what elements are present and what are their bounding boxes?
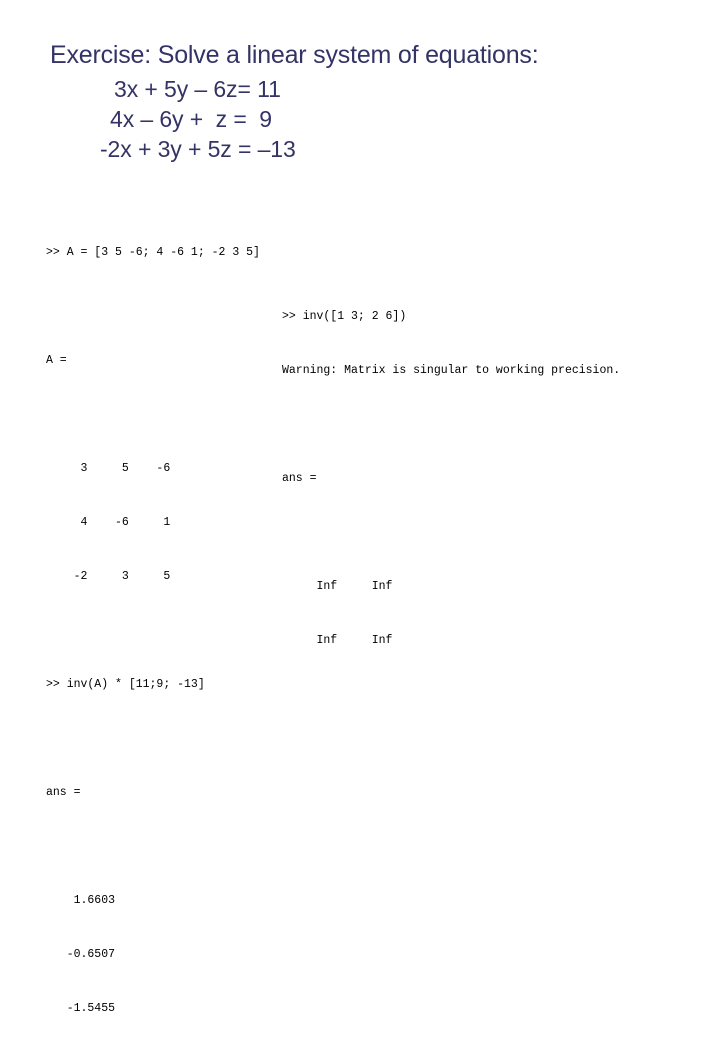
- answer-row: -1.5455: [46, 1002, 116, 1015]
- answer-row: 1.6603: [46, 894, 116, 907]
- answer-row: -0.6507: [46, 948, 116, 961]
- matlab-console-right: >> inv([1 3; 2 6]) Warning: Matrix is si…: [282, 272, 620, 686]
- inf-matrix-row: Inf Inf: [282, 580, 393, 593]
- matlab-console-left: >> A = [3 5 -6; 4 -6 1; -2 3 5] A = 3 5 …: [46, 208, 260, 1054]
- command-define-matrix: >> A = [3 5 -6; 4 -6 1; -2 3 5]: [46, 246, 260, 259]
- matrix-row: 4 -6 1: [46, 516, 171, 529]
- equation-line-1: 3x + 5y – 6z= 11: [114, 76, 281, 102]
- slide-canvas: Exercise: Solve a linear system of equat…: [0, 0, 720, 1015]
- answer-label-left: ans =: [46, 786, 81, 799]
- warning-message: Warning: Matrix is singular to working p…: [282, 364, 621, 377]
- answer-label-right: ans =: [282, 472, 317, 485]
- heading-block: Exercise: Solve a linear system of equat…: [50, 40, 690, 164]
- result-label-a: A =: [46, 354, 67, 367]
- command-inverse-singular: >> inv([1 3; 2 6]): [282, 310, 407, 323]
- matrix-row: 3 5 -6: [46, 462, 171, 475]
- equation-system: 3x + 5y – 6z= 11 4x – 6y + z = 9 -2x + 3…: [50, 74, 690, 164]
- inf-matrix-row: Inf Inf: [282, 634, 393, 647]
- matrix-row: -2 3 5: [46, 570, 171, 583]
- equation-line-3: -2x + 3y + 5z = –13: [100, 136, 296, 162]
- equation-line-2: 4x – 6y + z = 9: [110, 106, 272, 132]
- page-title: Exercise: Solve a linear system of equat…: [50, 41, 539, 69]
- command-solve-system: >> inv(A) * [11;9; -13]: [46, 678, 205, 691]
